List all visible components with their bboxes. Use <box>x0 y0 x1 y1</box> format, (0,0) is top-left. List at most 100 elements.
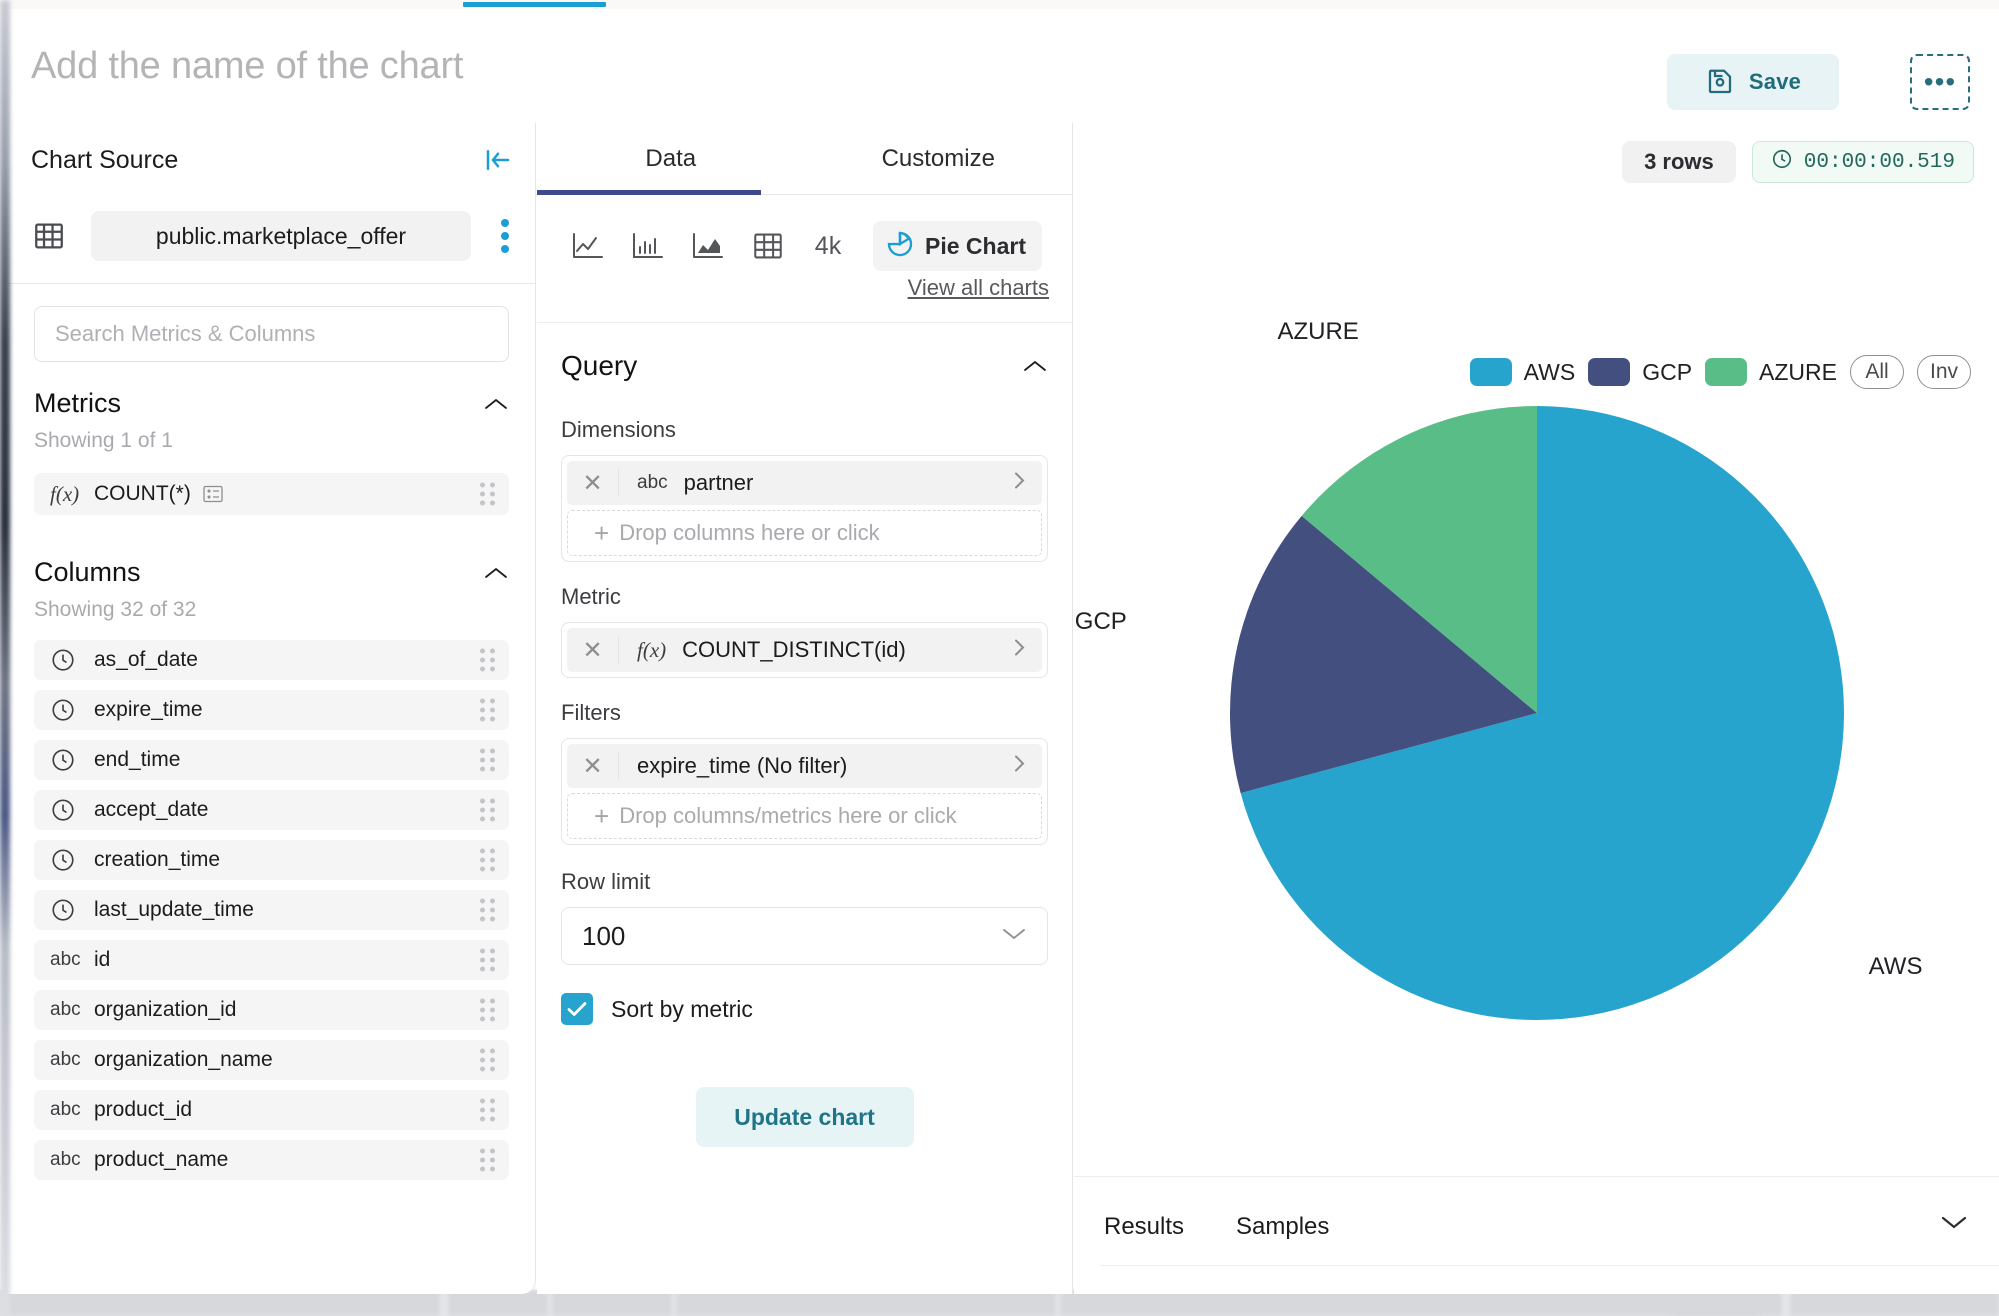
big-number-icon[interactable]: 4k <box>799 223 857 269</box>
bar-chart-icon[interactable] <box>619 223 677 269</box>
chevron-down-icon[interactable] <box>1939 1213 1969 1236</box>
chart-title-input[interactable]: Add the name of the chart <box>31 45 463 88</box>
chart-source-sidebar: Chart Source public.marketplace_offer Se… <box>8 123 536 1294</box>
list-item[interactable]: abc id <box>34 940 509 980</box>
legend-all-button[interactable]: All <box>1849 355 1904 389</box>
source-menu-icon[interactable] <box>501 219 511 253</box>
source-table-pill[interactable]: public.marketplace_offer <box>91 211 471 261</box>
drag-handle-icon[interactable] <box>480 998 495 1022</box>
chevron-up-icon[interactable] <box>483 396 509 412</box>
column-type-label: abc <box>50 949 81 970</box>
legend-item-aws[interactable]: AWS <box>1469 358 1576 386</box>
chart-legend: AWS GCP AZURE All Inv <box>1469 355 1971 389</box>
list-item[interactable]: creation_time <box>34 840 509 880</box>
browser-tabstrip <box>0 0 1999 9</box>
chevron-right-icon[interactable] <box>1012 636 1028 665</box>
results-tab-results[interactable]: Results <box>1104 1213 1184 1241</box>
function-type-label: f(x) <box>637 637 667 662</box>
chart-preview-panel: 3 rows 00:00:00.519 AWS GCP AZURE All Inv AW… <box>1074 123 1999 1294</box>
drag-handle-icon[interactable] <box>480 848 495 872</box>
chevron-up-icon[interactable] <box>483 565 509 581</box>
save-icon <box>1705 66 1735 99</box>
remove-icon[interactable]: ✕ <box>567 636 619 664</box>
list-item-label: COUNT(*) <box>94 482 191 505</box>
dimensions-dropzone[interactable]: ✕ abc partner + Drop columns here or cli… <box>561 455 1048 562</box>
legend-item-azure[interactable]: AZURE <box>1705 358 1837 386</box>
pie-chart-type-button[interactable]: Pie Chart <box>873 221 1042 271</box>
list-item[interactable]: expire_time <box>34 690 509 730</box>
sort-by-metric-checkbox[interactable] <box>561 993 593 1025</box>
columns-title: Columns <box>34 557 141 587</box>
results-tab-samples[interactable]: Samples <box>1236 1213 1329 1241</box>
list-item[interactable]: last_update_time <box>34 890 509 930</box>
legend-swatch <box>1588 358 1631 386</box>
drag-handle-icon[interactable] <box>480 1048 495 1072</box>
list-item[interactable]: end_time <box>34 740 509 780</box>
drag-handle-icon[interactable] <box>480 648 495 672</box>
drag-handle-icon[interactable] <box>480 898 495 922</box>
clock-icon <box>50 847 76 873</box>
list-item[interactable]: accept_date <box>34 790 509 830</box>
filters-dropzone[interactable]: ✕ expire_time (No filter) + Drop columns… <box>561 738 1048 845</box>
list-item[interactable]: f(x) COUNT(*) <box>34 473 509 515</box>
dimension-name: partner <box>683 470 754 495</box>
columns-section-header[interactable]: Columns <box>8 515 535 588</box>
filter-chip[interactable]: ✕ expire_time (No filter) <box>567 744 1042 788</box>
drag-handle-icon[interactable] <box>480 748 495 772</box>
list-item[interactable]: abc organization_id <box>34 990 509 1030</box>
collapse-panel-icon[interactable] <box>483 145 513 175</box>
table-icon <box>32 219 66 253</box>
drag-handle-icon[interactable] <box>480 482 495 506</box>
line-chart-icon[interactable] <box>559 223 617 269</box>
metrics-section-header[interactable]: Metrics <box>8 362 535 419</box>
chevron-right-icon[interactable] <box>1012 469 1028 498</box>
list-item[interactable]: as_of_date <box>34 640 509 680</box>
query-section-header[interactable]: Query <box>537 323 1072 409</box>
drag-handle-icon[interactable] <box>480 698 495 722</box>
sort-by-metric-row[interactable]: Sort by metric <box>537 965 1072 1025</box>
legend-inv-button[interactable]: Inv <box>1916 355 1971 389</box>
save-button[interactable]: Save <box>1667 54 1839 110</box>
sort-by-metric-label: Sort by metric <box>611 995 753 1022</box>
drag-handle-icon[interactable] <box>480 1098 495 1122</box>
legend-label: AWS <box>1523 358 1576 385</box>
metric-dropzone[interactable]: ✕ f(x) COUNT_DISTINCT(id) <box>561 622 1048 678</box>
drag-handle-icon[interactable] <box>480 1148 495 1172</box>
dimensions-drop-placeholder: Drop columns here or click <box>619 520 880 545</box>
remove-icon[interactable]: ✕ <box>567 752 619 780</box>
chevron-down-icon[interactable] <box>1001 926 1027 947</box>
pie-chart[interactable] <box>1227 403 1847 1023</box>
tab-data[interactable]: Data <box>537 123 805 194</box>
view-all-charts-link[interactable]: View all charts <box>908 275 1049 301</box>
column-type-label: abc <box>50 1099 81 1120</box>
dimensions-drop-slot[interactable]: + Drop columns here or click <box>567 510 1042 556</box>
results-bar: Results Samples <box>1074 1176 1999 1294</box>
columns-list: as_of_date expire_time end_time accept_date… <box>8 622 535 1180</box>
more-options-button[interactable]: ••• <box>1910 54 1970 110</box>
clock-icon <box>50 697 76 723</box>
table-icon[interactable] <box>739 223 797 269</box>
chevron-right-icon[interactable] <box>1012 752 1028 781</box>
area-chart-icon[interactable] <box>679 223 737 269</box>
list-item[interactable]: abc organization_name <box>34 1040 509 1080</box>
tab-customize[interactable]: Customize <box>805 123 1073 194</box>
dimensions-block: Dimensions ✕ abc partner + Drop columns … <box>537 417 1072 562</box>
list-item-label: as_of_date <box>94 648 198 671</box>
update-chart-button[interactable]: Update chart <box>695 1087 914 1147</box>
filters-drop-slot[interactable]: + Drop columns/metrics here or click <box>567 793 1042 839</box>
drag-handle-icon[interactable] <box>480 798 495 822</box>
search-input[interactable] <box>34 306 509 362</box>
update-chart-wrap: Update chart <box>537 1087 1072 1147</box>
query-status-bar: 3 rows 00:00:00.519 <box>1622 141 1974 183</box>
chevron-up-icon[interactable] <box>1022 358 1048 374</box>
columns-showing: Showing 32 of 32 <box>34 598 197 621</box>
row-limit-select[interactable]: 100 <box>561 907 1048 965</box>
drag-handle-icon[interactable] <box>480 948 495 972</box>
dimensions-label: Dimensions <box>561 417 676 442</box>
dimension-chip[interactable]: ✕ abc partner <box>567 461 1042 505</box>
remove-icon[interactable]: ✕ <box>567 469 619 497</box>
metric-chip[interactable]: ✕ f(x) COUNT_DISTINCT(id) <box>567 628 1042 672</box>
list-item[interactable]: abc product_id <box>34 1090 509 1130</box>
legend-item-gcp[interactable]: GCP <box>1588 358 1692 386</box>
list-item[interactable]: abc product_name <box>34 1140 509 1180</box>
